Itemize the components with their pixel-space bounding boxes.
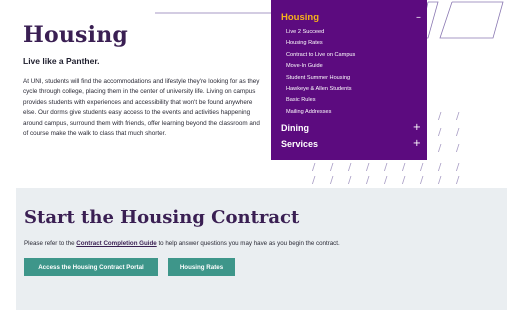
housing-rates-button[interactable]: Housing Rates (168, 258, 235, 276)
contract-guide-link[interactable]: Contract Completion Guide (76, 240, 156, 247)
menu-section-dining[interactable]: Dining + (281, 122, 421, 133)
menu-section-services[interactable]: Services + (281, 138, 421, 149)
page-title: Housing (23, 22, 128, 48)
housing-intro: Housing Live like a Panther. At UNI, stu… (0, 0, 507, 188)
menu-section-housing[interactable]: Housing – (281, 12, 421, 23)
contract-heading: Start the Housing Contract (24, 207, 300, 228)
menu-item-summer-housing[interactable]: Student Summer Housing (286, 73, 355, 84)
housing-submenu: Live 2 Succeed Housing Rates Contract to… (286, 27, 355, 118)
menu-item-housing-rates[interactable]: Housing Rates (286, 38, 355, 49)
contract-text-start: Please refer to the (24, 240, 77, 247)
expand-icon[interactable]: + (413, 122, 421, 133)
side-menu: Housing – Live 2 Succeed Housing Rates C… (271, 0, 427, 160)
menu-section-services-label[interactable]: Services (281, 139, 318, 149)
menu-item-move-in-guide[interactable]: Move-In Guide (286, 61, 355, 72)
menu-item-mailing-addresses[interactable]: Mailing Addresses (286, 107, 355, 118)
collapse-icon[interactable]: – (416, 12, 421, 23)
expand-icon[interactable]: + (413, 138, 421, 149)
page-subtitle: Live like a Panther. (23, 56, 100, 66)
contract-text-end: to help answer questions you may have as… (156, 240, 340, 247)
menu-item-contract[interactable]: Contract to Live on Campus (286, 50, 355, 61)
intro-paragraph: At UNI, students will find the accommoda… (23, 78, 260, 138)
contract-portal-button[interactable]: Access the Housing Contract Portal (24, 258, 158, 276)
housing-contract-section: Start the Housing Contract Please refer … (16, 188, 507, 310)
menu-section-dining-label[interactable]: Dining (281, 123, 309, 133)
menu-item-live-2-succeed[interactable]: Live 2 Succeed (286, 27, 355, 38)
menu-item-hawkeye-allen[interactable]: Hawkeye & Allen Students (286, 84, 355, 95)
menu-item-basic-rules[interactable]: Basic Rules (286, 95, 355, 106)
menu-section-housing-label[interactable]: Housing (281, 12, 319, 23)
contract-instructions: Please refer to the Contract Completion … (24, 240, 340, 247)
